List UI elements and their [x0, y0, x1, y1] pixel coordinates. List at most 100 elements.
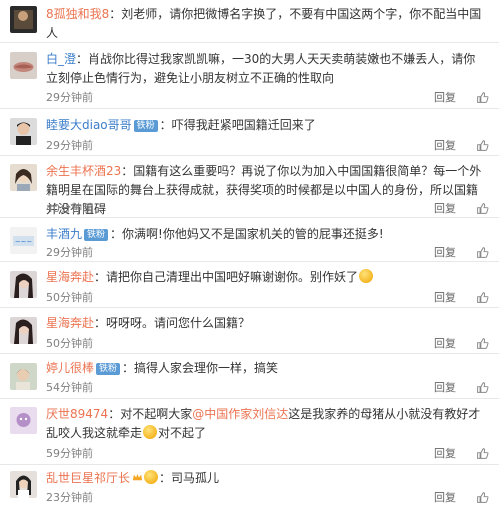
like-button[interactable] — [476, 246, 489, 259]
comment-item: 白_澄：肖战你比得过我家凯凯嘛，一30的大男人天天卖萌装嫩也不嫌丢人，请你立刻停… — [0, 43, 499, 109]
thumbs-up-icon — [477, 491, 489, 503]
comment-body: 乱世巨星祁厅长 ：司马孤儿 — [46, 470, 220, 485]
comment-item: 星海奔赴：呀呀呀。请问您什么国籍？ 50分钟前 回复 — [0, 308, 499, 354]
reply-button[interactable]: 回复 — [434, 289, 456, 305]
comment-item: 厌世89474：对不起啊大家@中国作家刘信达这是我家养的母猪从小就没有教好才乱咬… — [0, 399, 499, 465]
crown-icon — [132, 473, 143, 481]
comment-actions: 回复 — [434, 244, 489, 260]
fan-badge: 铁粉 — [133, 120, 158, 132]
like-button[interactable] — [476, 291, 489, 304]
comment-text: 吓得我赶紧吧国籍迁回来了 — [171, 118, 316, 132]
comment-actions: 回复 — [434, 137, 489, 153]
avatar[interactable] — [10, 164, 37, 191]
avatar[interactable] — [10, 118, 37, 145]
comment-actions: 回复 — [434, 335, 489, 351]
fan-badge: 铁粉 — [84, 229, 109, 241]
comment-body: 婷儿很棒 铁粉 ：搞得人家会理你一样，搞笑 — [46, 361, 279, 375]
comment-username[interactable]: 睦要大diao哥哥 — [46, 118, 132, 132]
comment-actions: 回复 — [434, 379, 489, 395]
like-button[interactable] — [476, 381, 489, 394]
thumbs-up-icon — [477, 291, 489, 303]
avatar[interactable] — [10, 407, 37, 434]
like-button[interactable] — [476, 91, 489, 104]
comment-actions: 回复 — [434, 89, 489, 105]
comment-body: 星海奔赴：请把你自己清理出中国吧好嘛谢谢你。别作妖了 — [46, 268, 486, 287]
comment-time: 29分钟前 — [46, 246, 93, 259]
face-emoji-icon — [144, 470, 159, 484]
comment-text: 肖战你比得过我家凯凯嘛，一30的大男人天天卖萌装嫩也不嫌丢人，请你立刻停止色情行… — [46, 52, 476, 85]
avatar[interactable] — [10, 317, 37, 344]
comment-username[interactable]: 8孤独和我8 — [46, 7, 109, 21]
comment-text: 对不起啊大家 — [120, 407, 193, 421]
comment-item: 睦要大diao哥哥 铁粉 ：吓得我赶紧吧国籍迁回来了 29分钟前 回复 — [0, 109, 499, 156]
thumbs-up-icon — [477, 139, 489, 151]
reply-button[interactable]: 回复 — [434, 244, 456, 260]
comment-body: 星海奔赴：呀呀呀。请问您什么国籍？ — [46, 316, 251, 330]
comment-username[interactable]: 丰酒九 — [46, 227, 82, 241]
reply-button[interactable]: 回复 — [434, 379, 456, 395]
svg-text:~~~: ~~~ — [15, 238, 33, 246]
comment-text: 你满啊!你他妈又不是国家机关的管的屁事还挺多! — [122, 227, 384, 241]
thumbs-up-icon — [477, 91, 489, 103]
reply-button[interactable]: 回复 — [434, 137, 456, 153]
mention-link[interactable]: @中国作家刘信达 — [192, 407, 288, 421]
like-button[interactable] — [476, 491, 489, 504]
thumbs-up-icon — [477, 447, 489, 459]
comment-username[interactable]: 婷儿很棒 — [46, 361, 94, 375]
comment-text: 对不起了 — [158, 426, 207, 440]
comment-body: 白_澄：肖战你比得过我家凯凯嘛，一30的大男人天天卖萌装嫩也不嫌丢人，请你立刻停… — [46, 52, 476, 85]
comment-feed: 8孤独和我8：刘老师，请你把微博名字换了，不要有中国这两个字，你不配当中国人 白… — [0, 0, 499, 515]
comment-body: 睦要大diao哥哥 铁粉 ：吓得我赶紧吧国籍迁回来了 — [46, 118, 316, 132]
avatar[interactable] — [10, 6, 37, 33]
avatar[interactable] — [10, 271, 37, 298]
comment-item: 婷儿很棒 铁粉 ：搞得人家会理你一样，搞笑 54分钟前 回复 — [0, 354, 499, 399]
comment-actions: 回复 — [434, 200, 489, 216]
reply-button[interactable]: 回复 — [434, 489, 456, 505]
reply-button[interactable]: 回复 — [434, 335, 456, 351]
comment-body: 厌世89474：对不起啊大家@中国作家刘信达这是我家养的母猪从小就没有教好才乱咬… — [46, 407, 481, 440]
like-button[interactable] — [476, 447, 489, 460]
comment-username[interactable]: 星海奔赴 — [46, 316, 94, 330]
comment-username[interactable]: 乱世巨星祁厅长 — [46, 471, 130, 485]
comment-time: 40分钟前 — [46, 202, 93, 215]
reply-button[interactable]: 回复 — [434, 89, 456, 105]
comment-text: 请把你自己清理出中国吧好嘛谢谢你。别作妖了 — [106, 270, 359, 284]
comment-time: 50分钟前 — [46, 337, 93, 350]
fan-badge: 铁粉 — [96, 363, 121, 375]
comment-body: 丰酒九 铁粉 ：你满啊!你他妈又不是国家机关的管的屁事还挺多! — [46, 227, 384, 241]
comment-actions: 回复 — [434, 289, 489, 305]
reply-button[interactable]: 回复 — [434, 200, 456, 216]
comment-username[interactable]: 星海奔赴 — [46, 270, 94, 284]
comment-username[interactable]: 余生丰杯酒23 — [46, 164, 121, 178]
comment-time: 59分钟前 — [46, 447, 93, 460]
thumbs-up-icon — [477, 337, 489, 349]
comment-text: 呀呀呀。请问您什么国籍？ — [106, 316, 251, 330]
thumbs-up-icon — [477, 381, 489, 393]
comment-time: 23分钟前 — [46, 491, 93, 504]
avatar[interactable] — [10, 363, 37, 390]
like-button[interactable] — [476, 139, 489, 152]
avatar[interactable] — [10, 471, 37, 498]
comment-item: 8孤独和我8：刘老师，请你把微博名字换了，不要有中国这两个字，你不配当中国人 — [0, 0, 499, 43]
comment-item: 星海奔赴：请把你自己清理出中国吧好嘛谢谢你。别作妖了 50分钟前 回复 — [0, 262, 499, 308]
thumbs-up-icon — [477, 202, 489, 214]
comment-time: 29分钟前 — [46, 91, 93, 104]
comment-time: 29分钟前 — [46, 139, 93, 152]
comment-time: 50分钟前 — [46, 291, 93, 304]
like-button[interactable] — [476, 202, 489, 215]
comment-time: 54分钟前 — [46, 381, 93, 394]
comment-actions: 回复 — [434, 445, 489, 461]
comment-body: 余生丰杯酒23：国籍有这么重要吗？再说了你以为加入中国国籍很简单？每一个外籍明星… — [46, 164, 482, 216]
comment-username[interactable]: 厌世89474 — [46, 407, 108, 421]
like-button[interactable] — [476, 337, 489, 350]
comment-text: 司马孤儿 — [171, 471, 220, 485]
thumbs-up-icon — [477, 246, 489, 258]
avatar[interactable]: ~~~ — [10, 227, 37, 254]
reply-button[interactable]: 回复 — [434, 445, 456, 461]
comment-text: 搞得人家会理你一样，搞笑 — [134, 361, 279, 375]
avatar[interactable] — [10, 52, 37, 79]
comment-item: 余生丰杯酒23：国籍有这么重要吗？再说了你以为加入中国国籍很简单？每一个外籍明星… — [0, 156, 499, 218]
comment-item: ~~~ 丰酒九 铁粉 ：你满啊!你他妈又不是国家机关的管的屁事还挺多! 29分钟前 … — [0, 218, 499, 262]
face-emoji-icon — [143, 425, 158, 439]
comment-username[interactable]: 白_澄 — [46, 52, 76, 66]
